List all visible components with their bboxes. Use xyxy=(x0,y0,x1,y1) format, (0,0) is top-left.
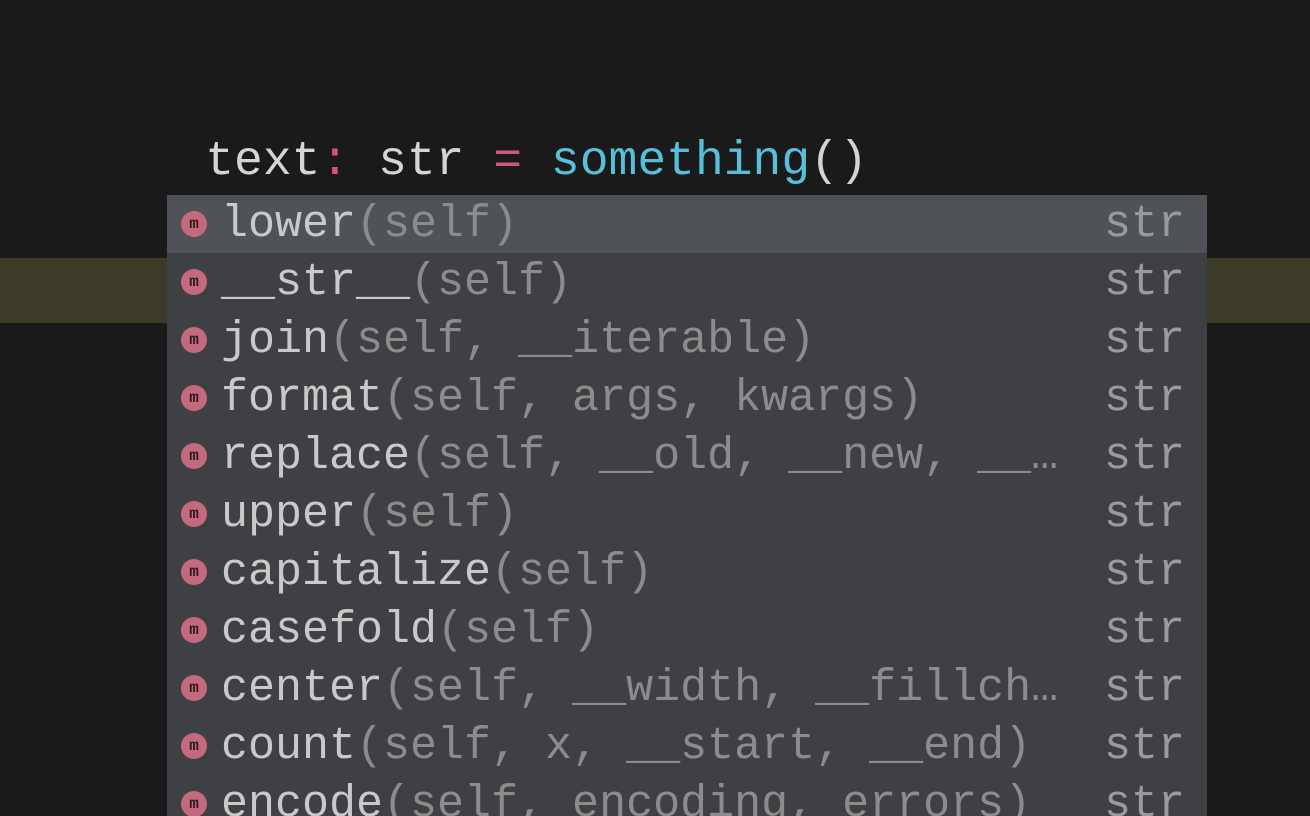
method-badge-icon: m xyxy=(181,559,207,585)
completion-return-type: str xyxy=(1084,721,1185,772)
method-badge-icon: m xyxy=(181,501,207,527)
completion-item-count[interactable]: mcount(self, x, __start, __end) str xyxy=(167,717,1207,775)
completion-item-join[interactable]: mjoin(self, __iterable) str xyxy=(167,311,1207,369)
completion-name: encode xyxy=(221,779,383,816)
completion-params: (self, x, __start, __end) xyxy=(356,721,1031,772)
token-space xyxy=(349,135,378,189)
completion-return-type: str xyxy=(1084,605,1185,656)
token-space xyxy=(522,135,551,189)
token-parentheses: () xyxy=(810,135,868,189)
completion-return-type: str xyxy=(1084,315,1185,366)
method-badge-icon: m xyxy=(181,675,207,701)
completion-item-capitalize[interactable]: m capitalize(self) str xyxy=(167,543,1207,601)
completion-item-replace[interactable]: m replace(self, __old, __new, __c…str xyxy=(167,427,1207,485)
completion-name: capitalize xyxy=(221,547,491,598)
token-space xyxy=(464,135,493,189)
completion-item-__str__[interactable]: m __str__(self) str xyxy=(167,253,1207,311)
method-badge-icon: m xyxy=(181,733,207,759)
completion-params: (self) xyxy=(410,257,572,308)
completion-item-center[interactable]: mcenter(self, __width, __fillcha…str xyxy=(167,659,1207,717)
completion-params: (self) xyxy=(356,199,518,250)
code-editor[interactable]: text: str = something() text. ~ mlower(s… xyxy=(0,0,1310,816)
token-function-call: something xyxy=(551,135,810,189)
completion-return-type: str xyxy=(1084,199,1185,250)
completion-name: center xyxy=(221,663,383,714)
token-variable: text xyxy=(205,135,320,189)
completion-params: (self, args, kwargs) xyxy=(383,373,923,424)
autocomplete-popup[interactable]: mlower(self)strm__str__(self)strmjoin(se… xyxy=(167,195,1207,816)
completion-params: (self, __old, __new, __c… xyxy=(410,431,1084,482)
method-badge-icon: m xyxy=(181,327,207,353)
token-type-annotation: str xyxy=(378,135,464,189)
completion-name: replace xyxy=(221,431,410,482)
completion-item-encode[interactable]: mencode(self, encoding, errors) str xyxy=(167,775,1207,816)
completion-item-casefold[interactable]: m casefold(self) str xyxy=(167,601,1207,659)
completion-params: (self, __iterable) xyxy=(329,315,815,366)
method-badge-icon: m xyxy=(181,791,207,816)
completion-params: (self) xyxy=(356,489,518,540)
completion-name: upper xyxy=(221,489,356,540)
completion-return-type: str xyxy=(1084,489,1185,540)
method-badge-icon: m xyxy=(181,211,207,237)
method-badge-icon: m xyxy=(181,385,207,411)
completion-name: casefold xyxy=(221,605,437,656)
completion-params: (self) xyxy=(437,605,599,656)
completion-name: __str__ xyxy=(221,257,410,308)
completion-name: format xyxy=(221,373,383,424)
token-equals: = xyxy=(493,135,522,189)
completion-return-type: str xyxy=(1084,257,1185,308)
completion-return-type: str xyxy=(1084,547,1185,598)
completion-return-type: str xyxy=(1084,431,1185,482)
method-badge-icon: m xyxy=(181,443,207,469)
completion-name: count xyxy=(221,721,356,772)
completion-item-lower[interactable]: mlower(self) str xyxy=(167,195,1207,253)
token-colon: : xyxy=(320,135,349,189)
completion-return-type: str xyxy=(1084,663,1185,714)
completion-name: lower xyxy=(221,199,356,250)
completion-name: join xyxy=(221,315,329,366)
completion-params: (self, __width, __fillcha… xyxy=(383,663,1084,714)
completion-item-format[interactable]: mformat(self, args, kwargs) str xyxy=(167,369,1207,427)
method-badge-icon: m xyxy=(181,617,207,643)
completion-return-type: str xyxy=(1084,779,1185,816)
completion-params: (self, encoding, errors) xyxy=(383,779,1031,816)
completion-item-upper[interactable]: mupper(self) str xyxy=(167,485,1207,543)
completion-params: (self) xyxy=(491,547,653,598)
method-badge-icon: m xyxy=(181,269,207,295)
completion-return-type: str xyxy=(1084,373,1185,424)
